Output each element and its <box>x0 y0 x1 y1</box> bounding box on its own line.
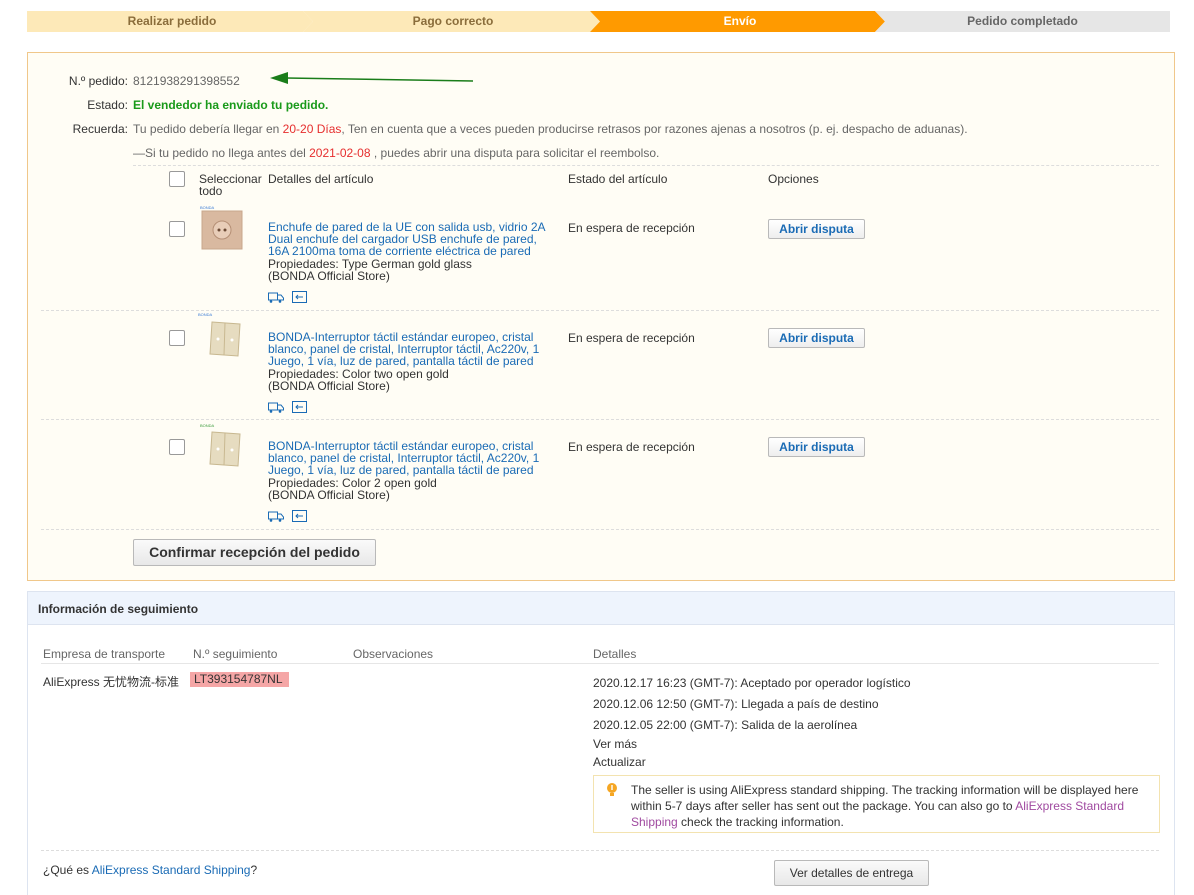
dispute-notice: —Si tu pedido no llega antes del 2021-02… <box>133 146 660 160</box>
order-status: El vendedor ha enviado tu pedido. <box>133 98 329 112</box>
item-status: En espera de recepción <box>568 440 695 454</box>
order-number-label: N.º pedido: <box>68 74 128 88</box>
tracking-title: Información de seguimiento <box>38 602 199 616</box>
return-icon[interactable] <box>292 291 308 303</box>
item-status: En espera de recepción <box>568 221 695 235</box>
step-envio: Envío <box>590 11 890 32</box>
order-panel: N.º pedido: 8121938291398552 Estado: El … <box>27 52 1175 581</box>
delivery-days: 20-20 Días <box>282 122 342 136</box>
divider <box>133 165 1159 166</box>
open-dispute-button[interactable]: Abrir disputa <box>768 328 865 348</box>
col-details-header: Detalles del artículo <box>268 172 374 186</box>
step-realizar-pedido: Realizar pedido <box>27 11 317 32</box>
return-icon[interactable] <box>292 401 308 413</box>
product-thumbnail[interactable]: BONDA <box>198 422 246 470</box>
select-all-checkbox[interactable] <box>169 171 185 187</box>
tracking-event: 2020.12.06 12:50 (GMT-7): Llegada a país… <box>593 697 879 711</box>
dispute-date: 2021-02-08 <box>309 146 371 160</box>
shipping-truck-icon[interactable] <box>268 291 284 303</box>
product-title-link[interactable]: Enchufe de pared de la UE con salida usb… <box>268 221 553 257</box>
green-arrow-annotation <box>270 72 474 84</box>
lightbulb-icon <box>604 782 620 798</box>
divider <box>41 529 1159 530</box>
product-thumbnail[interactable]: BONDA <box>198 312 246 360</box>
product-title-link[interactable]: BONDA-Interruptor táctil estándar europe… <box>268 440 553 476</box>
tracking-event: 2020.12.05 22:00 (GMT-7): Salida de la a… <box>593 718 858 732</box>
product-store: (BONDA Official Store) <box>268 269 390 283</box>
order-number: 8121938291398552 <box>133 74 240 88</box>
item-icons <box>268 510 308 522</box>
carrier-name: AliExpress 无忧物流-标准 <box>43 675 180 689</box>
divider <box>41 663 1159 664</box>
col-details-header: Detalles <box>593 647 637 661</box>
item-icons <box>268 401 308 413</box>
refresh-link[interactable]: Actualizar <box>593 755 646 769</box>
step-pago-correcto: Pago correcto <box>303 11 603 32</box>
what-is-standard-shipping-link[interactable]: AliExpress Standard Shipping <box>92 863 251 877</box>
notice-text: The seller is using AliExpress standard … <box>631 783 1139 829</box>
item-status: En espera de recepción <box>568 331 695 345</box>
product-title-link[interactable]: BONDA-Interruptor táctil estándar europe… <box>268 331 553 367</box>
item-icons <box>268 291 308 303</box>
shipping-question: ¿Qué es AliExpress Standard Shipping? <box>43 863 258 877</box>
item-checkbox[interactable] <box>169 221 185 237</box>
col-options-header: Opciones <box>768 172 819 186</box>
shipping-truck-icon[interactable] <box>268 510 284 522</box>
see-more-link[interactable]: Ver más <box>593 737 637 751</box>
divider <box>41 310 1159 311</box>
col-notes-header: Observaciones <box>353 647 434 661</box>
col-carrier-header: Empresa de transporte <box>43 647 166 661</box>
delivery-details-button[interactable]: Ver detalles de entrega <box>774 860 929 886</box>
shipping-notice: The seller is using AliExpress standard … <box>593 775 1160 833</box>
product-thumbnail[interactable]: BONDA <box>198 203 246 251</box>
confirm-receipt-button[interactable]: Confirmar recepción del pedido <box>133 539 376 566</box>
remember-text: Tu pedido debería llegar en 20-20 Días, … <box>133 122 968 136</box>
tracking-event: 2020.12.17 16:23 (GMT-7): Aceptado por o… <box>593 676 911 690</box>
select-all-label: Seleccionar todo <box>199 172 262 198</box>
open-dispute-button[interactable]: Abrir disputa <box>768 219 865 239</box>
product-store: (BONDA Official Store) <box>268 488 390 502</box>
shipping-truck-icon[interactable] <box>268 401 284 413</box>
tracking-panel: Información de seguimiento Empresa de tr… <box>27 591 1175 895</box>
item-checkbox[interactable] <box>169 439 185 455</box>
return-icon[interactable] <box>292 510 308 522</box>
col-number-header: N.º seguimiento <box>193 647 278 661</box>
divider <box>41 419 1159 420</box>
tracking-header: Información de seguimiento <box>28 592 1174 625</box>
open-dispute-button[interactable]: Abrir disputa <box>768 437 865 457</box>
svg-text:BONDA: BONDA <box>200 205 215 210</box>
col-status-header: Estado del artículo <box>568 172 668 186</box>
svg-text:BONDA: BONDA <box>198 312 213 317</box>
progress-steps: Realizar pedido Pago correcto Envío Pedi… <box>27 11 1170 32</box>
status-label: Estado: <box>87 98 128 112</box>
tracking-number: LT393154787NL <box>190 672 289 687</box>
product-store: (BONDA Official Store) <box>268 379 390 393</box>
svg-text:BONDA: BONDA <box>200 423 215 428</box>
remember-label: Recuerda: <box>72 122 128 136</box>
divider <box>41 850 1159 851</box>
item-checkbox[interactable] <box>169 330 185 346</box>
step-pedido-completado: Pedido completado <box>875 11 1170 32</box>
